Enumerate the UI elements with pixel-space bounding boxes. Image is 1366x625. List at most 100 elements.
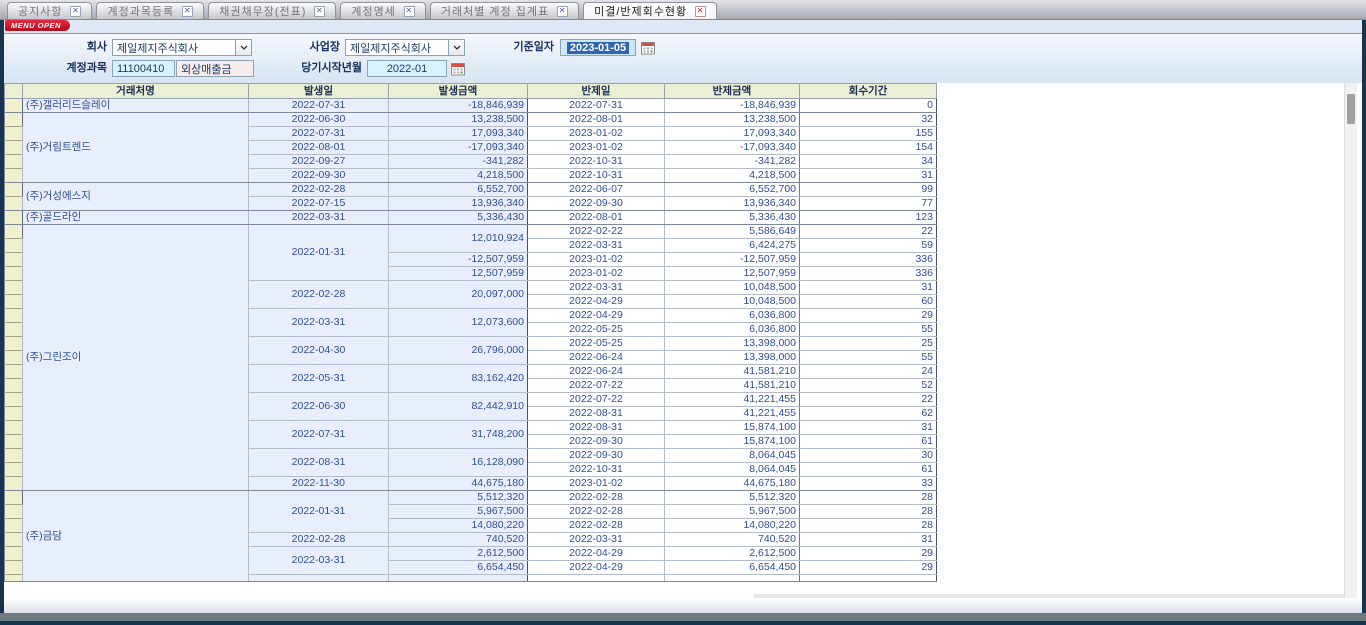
occurrence-date-cell: 2022-02-28: [249, 281, 389, 309]
row-selector[interactable]: [5, 449, 23, 463]
close-icon[interactable]: ✕: [314, 6, 325, 17]
row-selector[interactable]: [5, 463, 23, 477]
occurrence-date-cell: 2022-04-30: [249, 337, 389, 365]
column-header-selector: [5, 84, 23, 99]
row-selector[interactable]: [5, 477, 23, 491]
settlement-date-cell: 2022-05-25: [528, 323, 665, 337]
settlement-amount-cell: 6,654,450: [665, 561, 800, 575]
row-selector[interactable]: [5, 239, 23, 253]
settlement-date-cell: 2022-03-31: [528, 533, 665, 547]
tab-bar: 공지사항 ✕ 계정과목등록 ✕ 채권채무장(전표) ✕ 계정명세 ✕ 거래처별 …: [0, 0, 1366, 20]
vertical-scrollbar[interactable]: [1344, 83, 1357, 598]
occurrence-amount-cell: 6,552,700: [389, 183, 528, 197]
tab-account-detail[interactable]: 계정명세 ✕: [340, 2, 425, 19]
settlement-date-cell: 2022-08-31: [528, 407, 665, 421]
row-selector[interactable]: [5, 169, 23, 183]
row-selector[interactable]: [5, 281, 23, 295]
collection-days-cell: 62: [800, 407, 937, 421]
settlement-amount-cell: 5,586,649: [665, 225, 800, 239]
collection-days-cell: 61: [800, 463, 937, 477]
occurrence-amount-cell: 13,936,340: [389, 197, 528, 211]
grid-row: (주)거림트렌드2022-06-3013,238,5002022-08-0113…: [5, 113, 937, 127]
period-start-input[interactable]: 2022-01: [367, 60, 447, 77]
vertical-scrollbar-thumb[interactable]: [1347, 94, 1355, 124]
row-selector[interactable]: [5, 379, 23, 393]
occurrence-amount-cell: 20,097,000: [389, 281, 528, 309]
settlement-amount-cell: -341,282: [665, 155, 800, 169]
settlement-amount-cell: 740,520: [665, 533, 800, 547]
close-icon[interactable]: ✕: [182, 6, 193, 17]
close-icon[interactable]: ✕: [695, 6, 706, 17]
row-selector[interactable]: [5, 155, 23, 169]
account-code-input[interactable]: 11100410: [112, 60, 175, 77]
horizontal-scrollbar-area[interactable]: [4, 598, 1362, 613]
collection-days-cell: 52: [800, 379, 937, 393]
occurrence-date-cell: 2022-06-30: [249, 393, 389, 421]
menu-open-button[interactable]: MENU OPEN: [5, 20, 70, 31]
settlement-date-cell: 2022-06-24: [528, 351, 665, 365]
close-icon[interactable]: ✕: [404, 6, 415, 17]
row-selector[interactable]: [5, 491, 23, 505]
tab-account-summary-by-customer[interactable]: 거래처별 계정 집계표 ✕: [430, 2, 579, 19]
row-selector[interactable]: [5, 253, 23, 267]
collection-days-cell: 55: [800, 351, 937, 365]
row-selector[interactable]: [5, 309, 23, 323]
row-selector[interactable]: [5, 421, 23, 435]
row-selector[interactable]: [5, 365, 23, 379]
close-icon[interactable]: ✕: [557, 6, 568, 17]
settlement-amount-cell: 5,967,500: [665, 505, 800, 519]
collection-days-cell: 28: [800, 505, 937, 519]
horizontal-scrollbar-track[interactable]: [754, 594, 1344, 598]
row-selector[interactable]: [5, 505, 23, 519]
row-selector[interactable]: [5, 533, 23, 547]
row-selector[interactable]: [5, 183, 23, 197]
row-selector[interactable]: [5, 393, 23, 407]
row-selector[interactable]: [5, 575, 23, 582]
account-name-input[interactable]: 외상매출금: [176, 60, 254, 77]
calendar-icon[interactable]: [451, 62, 465, 76]
base-date-input[interactable]: 2023-01-05: [560, 39, 636, 56]
settlement-date-cell: 2022-09-30: [528, 435, 665, 449]
settlement-date-cell: 2022-05-25: [528, 337, 665, 351]
row-selector[interactable]: [5, 435, 23, 449]
occurrence-amount-cell: -17,093,340: [389, 141, 528, 155]
row-selector[interactable]: [5, 351, 23, 365]
row-selector[interactable]: [5, 519, 23, 533]
tab-outstanding-settlement-status[interactable]: 미결/반제회수현황 ✕: [583, 2, 717, 19]
site-select[interactable]: 제일제지주식회사: [345, 39, 465, 56]
row-selector[interactable]: [5, 295, 23, 309]
row-selector[interactable]: [5, 113, 23, 127]
occurrence-amount-cell: -18,846,939: [389, 99, 528, 113]
tab-account-registration[interactable]: 계정과목등록 ✕: [96, 2, 204, 19]
occurrence-date-cell: 2022-11-30: [249, 477, 389, 491]
row-selector[interactable]: [5, 141, 23, 155]
row-selector[interactable]: [5, 547, 23, 561]
menu-strip: MENU OPEN: [4, 20, 1362, 33]
company-select[interactable]: 제일제지주식회사: [112, 39, 252, 56]
row-selector[interactable]: [5, 99, 23, 113]
row-selector[interactable]: [5, 337, 23, 351]
settlement-amount-cell: -17,093,340: [665, 141, 800, 155]
customer-name-cell: (주)갤러리드슬레이: [23, 99, 249, 113]
chevron-down-icon[interactable]: [235, 40, 251, 55]
row-selector[interactable]: [5, 267, 23, 281]
calendar-icon[interactable]: [641, 41, 655, 55]
settlement-amount-cell: 13,936,340: [665, 197, 800, 211]
column-header-occurrence-date: 발생일: [249, 84, 389, 99]
row-selector[interactable]: [5, 407, 23, 421]
row-selector[interactable]: [5, 225, 23, 239]
tab-receivables-ledger[interactable]: 채권채무장(전표) ✕: [208, 2, 336, 19]
row-selector[interactable]: [5, 197, 23, 211]
column-header-settlement-amount: 반제금액: [665, 84, 800, 99]
settlement-amount-cell: 44,675,180: [665, 477, 800, 491]
settlement-amount-cell: 15,874,100: [665, 421, 800, 435]
row-selector[interactable]: [5, 127, 23, 141]
chevron-down-icon[interactable]: [448, 40, 464, 55]
close-icon[interactable]: ✕: [70, 6, 81, 17]
grid-row: (주)갤러리드슬레이2022-07-31-18,846,9392022-07-3…: [5, 99, 937, 113]
row-selector[interactable]: [5, 561, 23, 575]
tab-notice[interactable]: 공지사항 ✕: [7, 2, 92, 19]
settlement-date-cell: 2022-04-29: [528, 547, 665, 561]
row-selector[interactable]: [5, 211, 23, 225]
row-selector[interactable]: [5, 323, 23, 337]
